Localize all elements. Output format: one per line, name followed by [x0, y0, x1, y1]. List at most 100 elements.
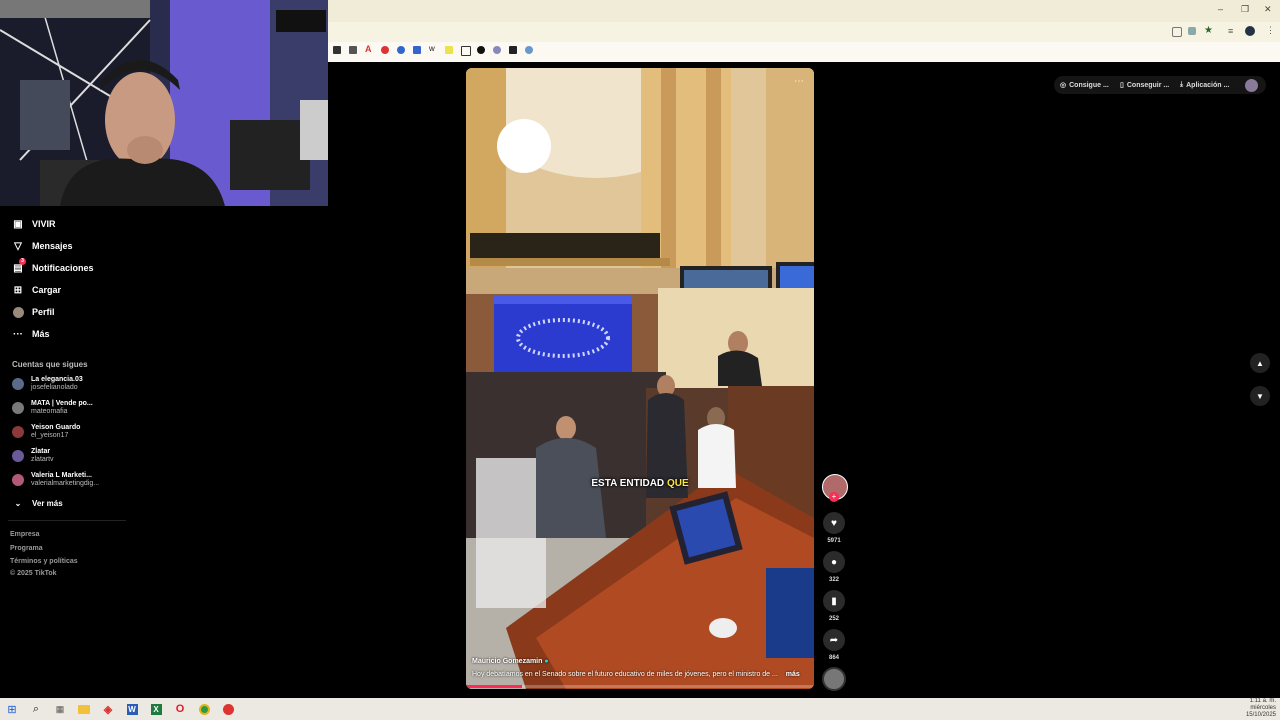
following-account[interactable]: MATA | Vende po... mateomafia [12, 398, 93, 418]
following-account[interactable]: Zlatar zlatartv [12, 446, 54, 466]
get-coins-button[interactable]: ◎ Consigue ... [1060, 78, 1109, 92]
music-disc-icon[interactable] [822, 667, 846, 691]
bookmark-icon[interactable]: ▮ [823, 590, 845, 612]
system-clock[interactable]: 1:11 a. m. miércoles 15/10/2025 [1236, 698, 1276, 719]
file-explorer-icon[interactable] [77, 702, 91, 716]
description-more-button[interactable]: más [786, 671, 800, 678]
footer-link-company[interactable]: Empresa [10, 531, 40, 538]
bookmark-icon[interactable] [509, 46, 517, 54]
windows-start-icon[interactable]: ⊞ [5, 702, 19, 716]
sidebar-item-label: Cargar [32, 285, 62, 295]
bookmark-icon[interactable] [413, 46, 421, 54]
close-button[interactable]: ✕ [1264, 4, 1272, 15]
bookmark-icon[interactable] [381, 46, 389, 54]
progress-track[interactable] [466, 685, 814, 688]
following-account[interactable]: Yeison Guardo el_yeison17 [12, 422, 80, 442]
caption-highlight: QUE [666, 478, 689, 489]
share-icon[interactable]: ➦ [823, 629, 845, 651]
sidebar-item-label: Más [32, 329, 50, 339]
video-author[interactable]: Mauricio Gomezamin ● [472, 658, 549, 665]
menu-icon[interactable]: ⋮ [1266, 25, 1275, 36]
like-action[interactable]: ♥ 5971 [822, 512, 846, 544]
clock-date: 15/10/2025 [1245, 712, 1276, 718]
notification-badge: 3 [19, 258, 26, 265]
sidebar-item-more[interactable]: ··· Más [12, 326, 50, 342]
avatar [12, 426, 24, 438]
word-icon[interactable]: W [125, 702, 139, 716]
chevron-down-icon: ▼ [1256, 391, 1264, 401]
bookmark-icon[interactable] [461, 46, 471, 56]
sidebar-item-upload[interactable]: ⊞ Cargar [12, 282, 61, 298]
video-player[interactable]: ESTA ENTIDAD QUE ⋯ Mauricio Gomezamin ● … [466, 68, 814, 689]
author-name: Mauricio Gomezamin [472, 658, 543, 665]
media-icon[interactable]: ≡ [1228, 26, 1233, 36]
restore-button[interactable]: ❐ [1241, 4, 1249, 15]
webcam-overlay [0, 0, 328, 206]
previous-video-button[interactable]: ▲ [1250, 353, 1270, 373]
avatar-icon [12, 306, 24, 318]
account-handle: el_yeison17 [31, 432, 69, 439]
video-caption: ESTA ENTIDAD QUE [466, 478, 814, 489]
save-action[interactable]: ▮ 252 [822, 590, 846, 622]
screen-cast-icon[interactable] [1172, 27, 1182, 37]
app-icon[interactable]: ◈ [101, 702, 115, 716]
account-handle: valerialmarketingdig... [31, 480, 100, 487]
footer-link-terms[interactable]: Términos y políticas [10, 558, 78, 565]
video-frame [466, 68, 814, 689]
bookmark-icon[interactable] [333, 46, 341, 54]
opera-icon[interactable]: O [173, 702, 187, 716]
get-app-button[interactable]: ▯ Conseguir ... [1120, 78, 1169, 92]
app-icon[interactable] [221, 702, 235, 716]
footer-link-program[interactable]: Programa [10, 545, 43, 552]
bookmark-icon[interactable] [493, 46, 501, 54]
heart-icon[interactable]: ♥ [823, 512, 845, 534]
bookmark-icon[interactable] [525, 46, 533, 54]
chevron-down-icon: ⌄ [14, 498, 22, 508]
account-handle: josefelianolado [31, 384, 78, 391]
sidebar-item-notifications[interactable]: ▤ 3 Notificaciones [12, 258, 94, 276]
star-icon[interactable]: ★ [1204, 25, 1213, 36]
next-video-button[interactable]: ▼ [1250, 386, 1270, 406]
comment-action[interactable]: ● 322 [822, 551, 846, 583]
profile-icon[interactable] [1245, 26, 1255, 36]
bookmark-icon[interactable] [349, 46, 357, 54]
chrome-icon[interactable] [197, 702, 211, 716]
task-view-icon[interactable]: ▦ [53, 702, 67, 716]
bookmark-icon[interactable] [477, 46, 485, 54]
following-account[interactable]: La elegancia.03 josefelianolado [12, 374, 83, 394]
sidebar-item-messages[interactable]: ▽ Mensajes [12, 238, 73, 254]
sidebar-item-label: Perfil [32, 307, 55, 317]
account-name: MATA | Vende po... [31, 400, 93, 407]
share-action[interactable]: ➦ 864 [822, 629, 846, 661]
following-account[interactable]: Valeria L Marketi... valerialmarketingdig… [12, 470, 99, 490]
translate-icon[interactable] [1188, 27, 1196, 35]
avatar [12, 402, 24, 414]
more-icon: ··· [13, 328, 23, 340]
comment-icon[interactable]: ● [823, 551, 845, 573]
inbox-icon: ▤ 3 [12, 258, 26, 274]
browser-titlebar: – ❐ ✕ [328, 0, 1280, 22]
browser-toolbar: ★ ≡ ⋮ [328, 22, 1280, 42]
avatar [12, 450, 24, 462]
bookmark-icon[interactable] [445, 46, 453, 54]
bookmarks-bar: A w [328, 42, 1280, 62]
search-icon[interactable]: ⌕ [29, 702, 43, 716]
more-options-icon[interactable]: ⋯ [794, 76, 804, 87]
account-name: Yeison Guardo [31, 424, 81, 431]
description-text: Hoy debatíamos en el Senado sobre el fut… [472, 671, 778, 678]
follow-plus-icon[interactable]: + [829, 492, 839, 502]
see-more-button[interactable]: ⌄ Ver más [12, 495, 63, 511]
bookmark-icon[interactable] [397, 46, 405, 54]
sidebar-item-profile[interactable]: Perfil [12, 304, 55, 320]
profile-avatar[interactable] [1245, 79, 1258, 92]
excel-icon[interactable]: X [149, 702, 163, 716]
bookmark-icon[interactable]: A [365, 44, 372, 54]
download-app-button[interactable]: ⤓ Aplicación ... [1180, 78, 1229, 92]
minimize-button[interactable]: – [1218, 4, 1223, 14]
bookmark-icon[interactable]: w [429, 44, 435, 53]
sidebar-item-live[interactable]: ▣ VIVIR [12, 216, 56, 232]
sidebar-item-label: VIVIR [32, 219, 56, 229]
save-count: 252 [828, 616, 839, 622]
share-count: 864 [828, 655, 839, 661]
sidebar-item-label: Mensajes [32, 241, 73, 251]
